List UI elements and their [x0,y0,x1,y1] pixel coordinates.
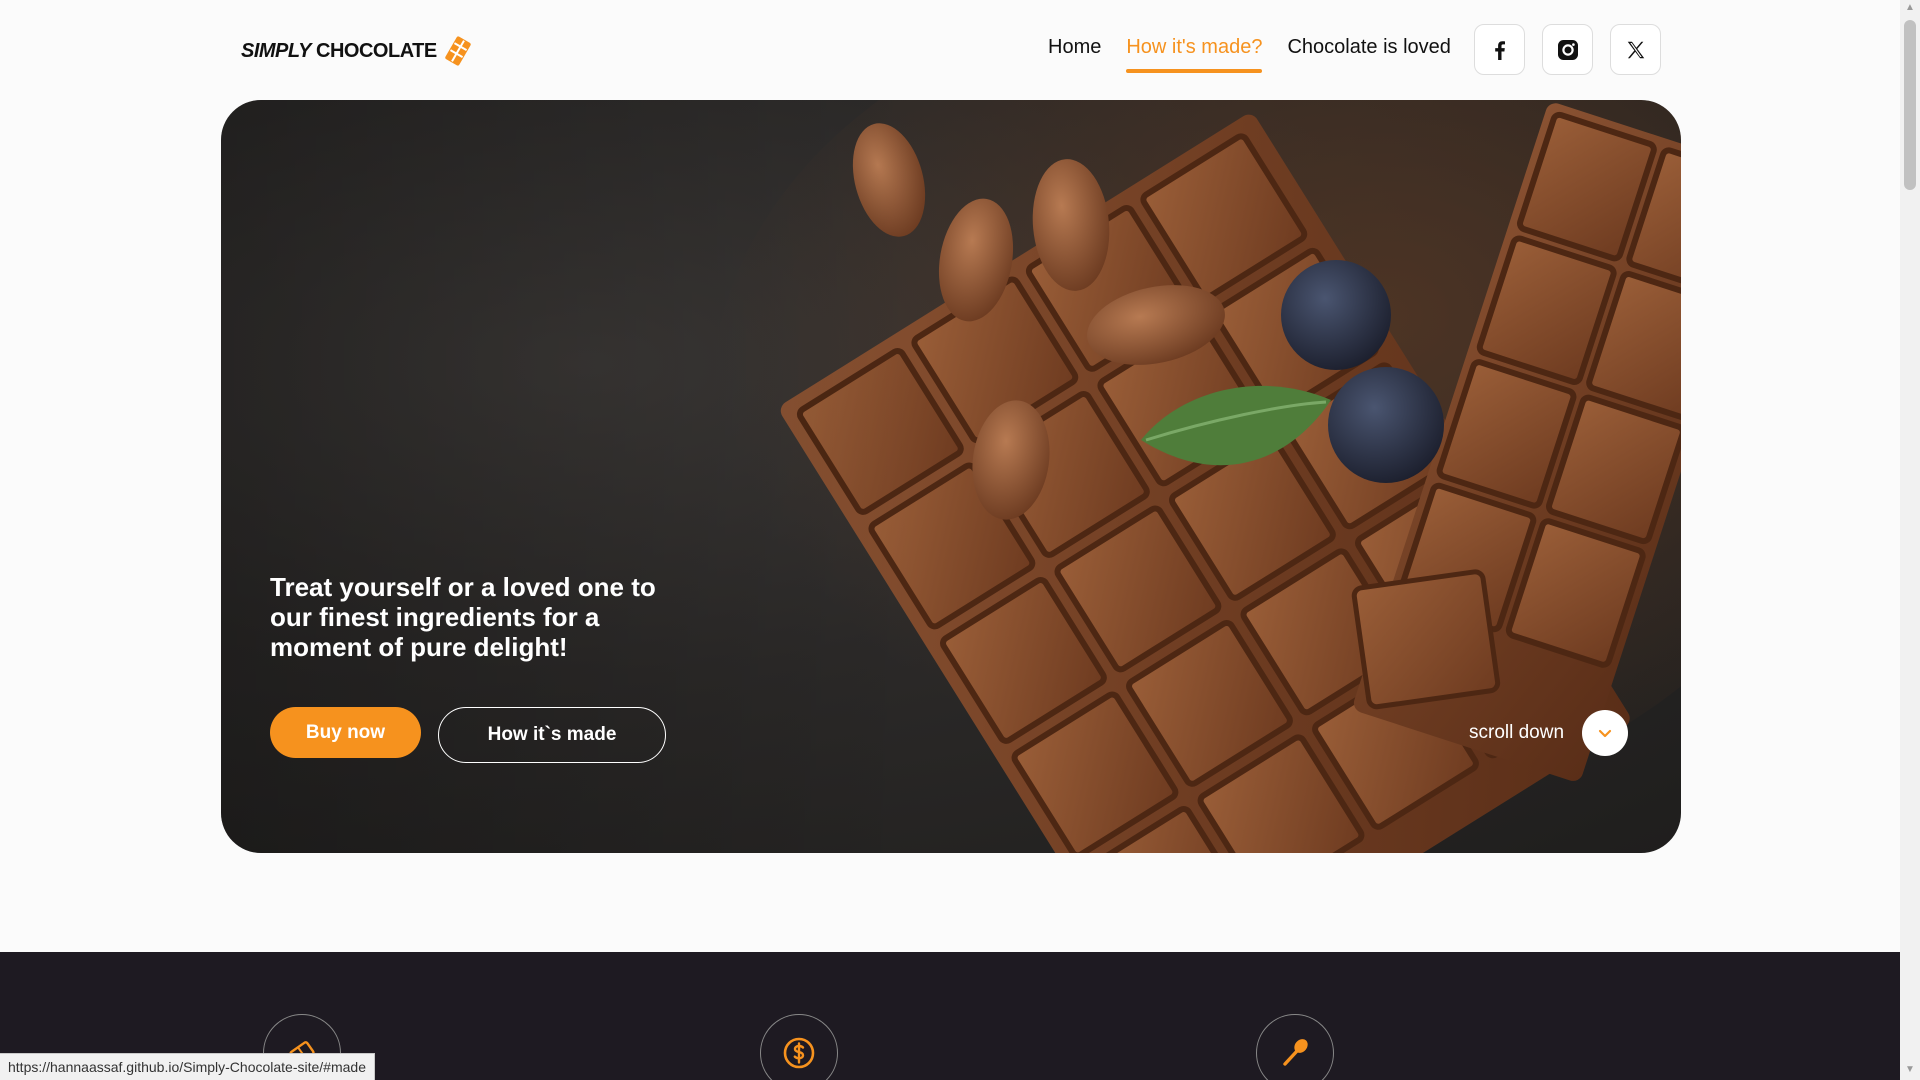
browser-status-url: https://hannaassaf.github.io/Simply-Choc… [0,1053,375,1080]
page: SIMPLY CHOCOLATE Home How it's made? Cho… [0,0,1920,1080]
facebook-icon [1494,40,1505,60]
scroll-down-button[interactable] [1582,710,1629,756]
page-scrollbar[interactable]: ▲ ▼ [1900,0,1920,1080]
logo[interactable]: SIMPLY CHOCOLATE [241,36,471,66]
dollar-icon [783,1037,815,1069]
how-its-made-button[interactable]: How it`s made [438,707,666,763]
main-nav: Home How it's made? Chocolate is loved [1048,36,1451,73]
scrollbar-thumb[interactable] [1904,20,1916,190]
logo-text-simply: SIMPLY [241,39,311,62]
facebook-button[interactable] [1474,24,1525,75]
scroll-down-arrow-icon[interactable]: ▼ [1904,1064,1916,1076]
logo-text-chocolate: CHOCOLATE [316,39,437,62]
hero-banner: Treat yourself or a loved one to our fin… [221,100,1681,853]
logo-text: SIMPLY CHOCOLATE [241,40,437,63]
instagram-button[interactable] [1542,24,1593,75]
scroll-down[interactable]: scroll down [1469,710,1629,756]
nav-home[interactable]: Home [1048,36,1101,73]
chevron-down-icon [1598,729,1612,738]
instagram-icon [1557,39,1578,60]
x-twitter-button[interactable] [1610,24,1661,75]
nav-chocolate-is-loved[interactable]: Chocolate is loved [1287,36,1450,73]
buy-now-button[interactable]: Buy now [270,707,421,758]
scroll-down-label: scroll down [1469,722,1565,743]
hero-tagline: Treat yourself or a loved one to our fin… [270,572,656,662]
spoon-icon [1283,1039,1308,1066]
x-twitter-icon [1627,41,1644,58]
social-links [1474,24,1661,75]
scroll-up-arrow-icon[interactable]: ▲ [1904,2,1916,14]
nav-how-its-made[interactable]: How it's made? [1126,36,1263,73]
chocolate-bar-icon [445,36,471,66]
